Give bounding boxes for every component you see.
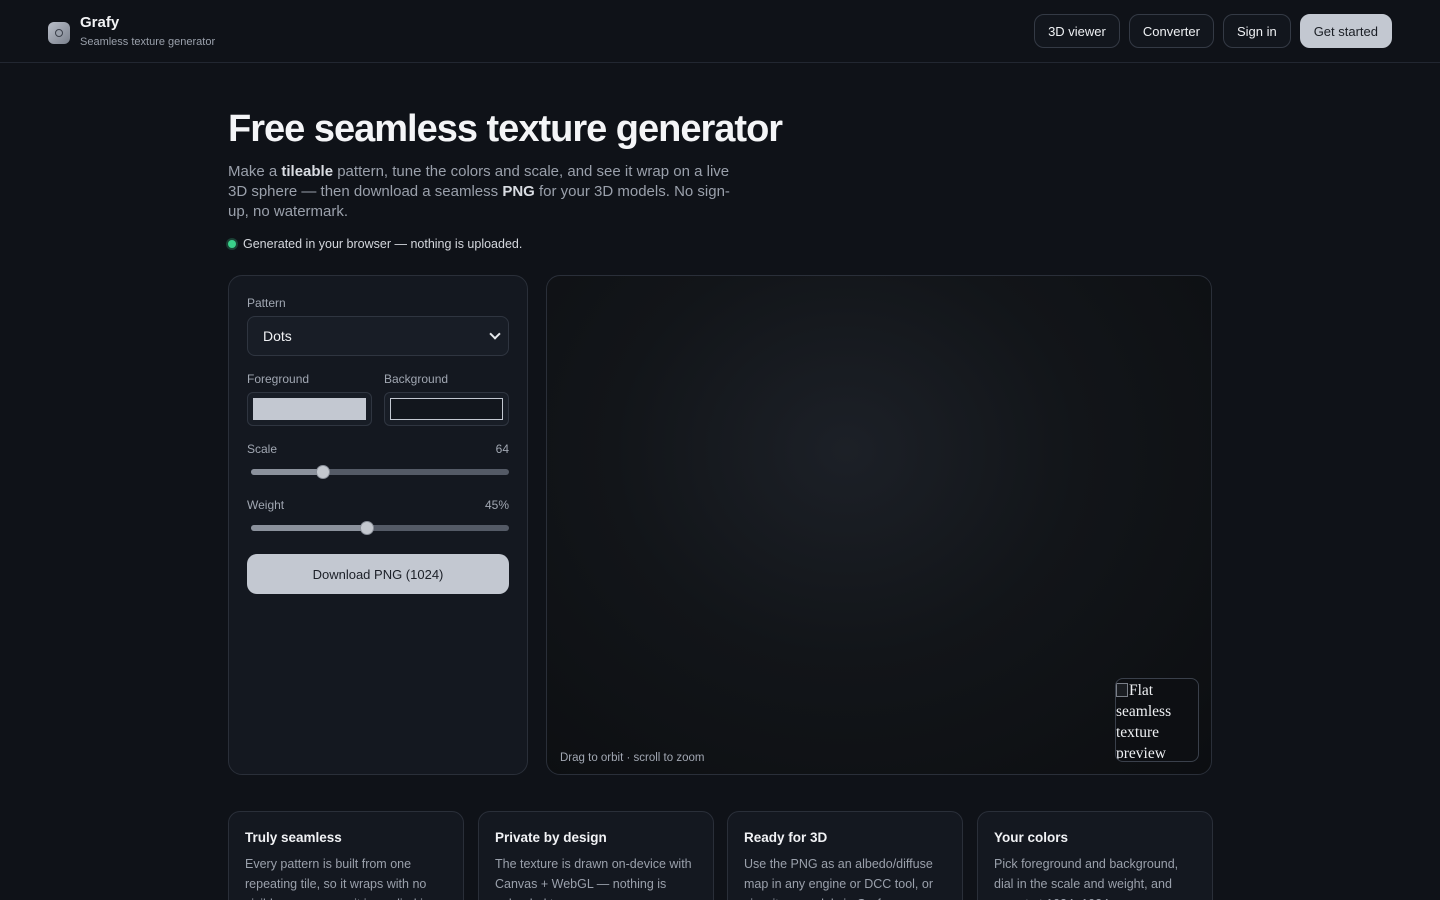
weight-slider-handle[interactable] xyxy=(360,521,375,535)
feature-card-colors: Your colors Pick foreground and backgrou… xyxy=(977,811,1213,900)
weight-slider[interactable] xyxy=(251,521,509,535)
feature-title: Ready for 3D xyxy=(744,830,828,845)
privacy-note-text: Generated in your browser — nothing is u… xyxy=(243,237,523,251)
foreground-label: Foreground xyxy=(247,372,310,386)
download-png-button[interactable]: Download PNG (1024) xyxy=(247,554,509,594)
background-color-picker[interactable] xyxy=(384,392,509,426)
chevron-down-icon xyxy=(489,328,501,340)
background-swatch xyxy=(390,398,503,420)
logo-icon xyxy=(48,21,70,44)
flat-texture-thumbnail: Flat seamless texture preview xyxy=(1115,678,1199,762)
hero-desc-bold-tileable: tileable xyxy=(281,163,334,180)
broken-image-icon xyxy=(1116,683,1128,697)
feature-card-seamless: Truly seamless Every pattern is built fr… xyxy=(228,811,464,900)
3d-preview-canvas[interactable]: Drag to orbit · scroll to zoom Flat seam… xyxy=(546,275,1212,775)
feature-title: Your colors xyxy=(994,830,1069,845)
feature-text: Every pattern is built from one repeatin… xyxy=(245,857,430,900)
brand-subtitle: Seamless texture generator xyxy=(80,36,216,48)
top-bar: Grafy Seamless texture generator 3D view… xyxy=(0,0,1440,63)
privacy-note: Generated in your browser — nothing is u… xyxy=(228,237,522,251)
hero-desc-part: Make a xyxy=(228,163,282,180)
scale-slider-handle[interactable] xyxy=(316,465,331,479)
hero-description: Make a tileable pattern, tune the colors… xyxy=(228,162,733,222)
feature-text: Pick foreground and background, dial in … xyxy=(994,857,1179,900)
get-started-button[interactable]: Get started xyxy=(1299,14,1392,48)
feature-card-private: Private by design The texture is drawn o… xyxy=(478,811,714,900)
preview-hint: Drag to orbit · scroll to zoom xyxy=(560,752,705,764)
scale-value: 64 xyxy=(495,442,509,456)
weight-label: Weight xyxy=(247,498,285,512)
foreground-swatch xyxy=(253,398,366,420)
scale-slider-fill xyxy=(251,469,324,475)
foreground-color-picker[interactable] xyxy=(247,392,372,426)
scale-slider[interactable] xyxy=(251,465,509,479)
pattern-select-value: Dots xyxy=(263,328,292,344)
3d-viewer-button[interactable]: 3D viewer xyxy=(1034,14,1120,48)
pattern-select[interactable]: Dots xyxy=(247,316,509,356)
background-label: Background xyxy=(384,372,449,386)
feature-text: The texture is drawn on-device with Canv… xyxy=(495,857,692,900)
converter-button[interactable]: Converter xyxy=(1128,14,1214,48)
sign-in-button[interactable]: Sign in xyxy=(1222,14,1291,48)
weight-slider-fill xyxy=(251,525,368,531)
top-nav: 3D viewer Converter Sign in Get started xyxy=(1034,14,1392,48)
pattern-label: Pattern xyxy=(247,296,286,310)
scale-label: Scale xyxy=(247,442,278,456)
feature-title: Private by design xyxy=(495,830,607,845)
controls-panel: Pattern Dots Foreground Background Scale… xyxy=(228,275,528,775)
brand[interactable]: Grafy Seamless texture generator xyxy=(48,15,215,48)
hero-desc-bold-png: PNG xyxy=(502,183,535,200)
weight-value: 45% xyxy=(484,498,509,512)
feature-title: Truly seamless xyxy=(245,830,342,845)
page-title: Free seamless texture generator xyxy=(228,108,783,150)
brand-name: Grafy xyxy=(80,14,120,31)
feature-text: Use the PNG as an albedo/diffuse map in … xyxy=(744,857,933,900)
feature-card-3d: Ready for 3D Use the PNG as an albedo/di… xyxy=(727,811,963,900)
status-dot-icon xyxy=(228,240,236,248)
